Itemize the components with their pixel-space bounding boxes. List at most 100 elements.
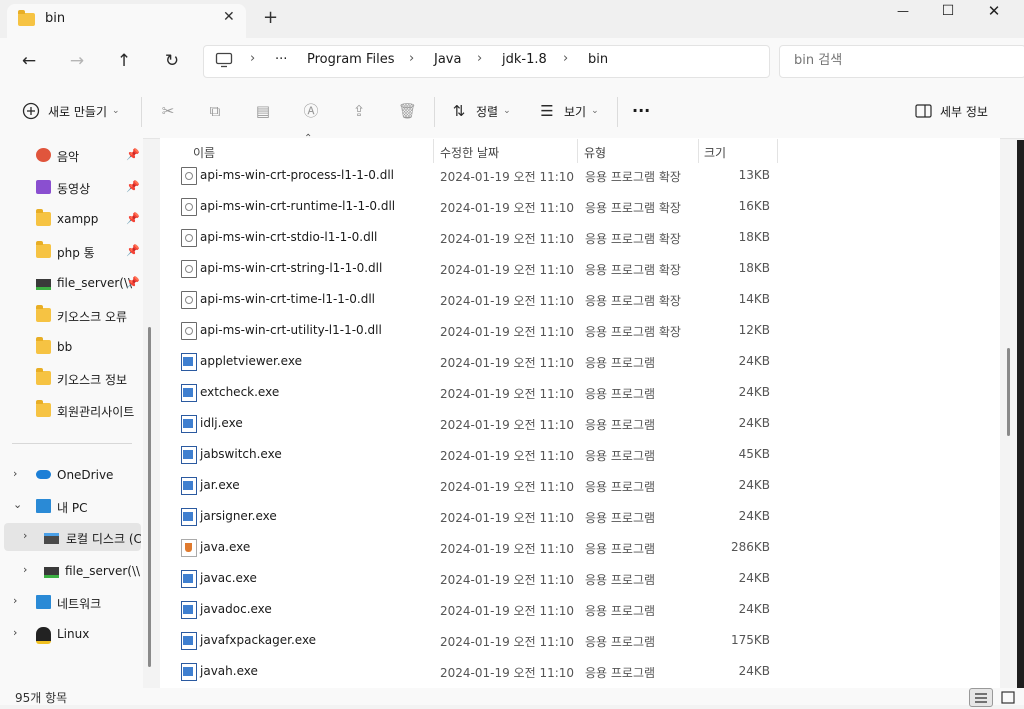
file-name: idlj.exe xyxy=(200,416,243,430)
more-options-button[interactable]: ··· xyxy=(632,101,650,120)
sidebar-item-member-site[interactable]: 회원관리사이트 xyxy=(0,396,143,424)
chevron-down-icon[interactable]: ⌄ xyxy=(13,498,22,511)
file-date: 2024-01-19 오전 11:10 xyxy=(440,294,575,308)
chevron-right-icon[interactable]: › xyxy=(13,626,17,639)
tiles-view-button[interactable] xyxy=(998,690,1018,705)
sidebar-item-bb[interactable]: bb xyxy=(0,333,143,361)
chevron-right-icon[interactable]: › xyxy=(13,594,17,607)
toolbar-divider xyxy=(434,97,435,127)
table-row[interactable]: jar.exe 2024-01-19 오전 11:10 응용 프로그램 24KB xyxy=(172,469,782,500)
sidebar-item-this-pc[interactable]: ⌄ 내 PC xyxy=(0,492,143,520)
table-row[interactable]: api-ms-win-crt-string-l1-1-0.dll 2024-01-… xyxy=(172,252,782,283)
sidebar-item-label: bb xyxy=(57,340,73,354)
share-button[interactable]: ⇪ xyxy=(350,101,368,121)
table-row[interactable]: javac.exe 2024-01-19 오전 11:10 응용 프로그램 24KB xyxy=(172,562,782,593)
folder-icon xyxy=(36,241,51,258)
file-size: 18KB xyxy=(738,261,770,275)
sidebar-item-onedrive[interactable]: › OneDrive xyxy=(0,461,143,489)
table-row[interactable]: api-ms-win-crt-time-l1-1-0.dll 2024-01-19… xyxy=(172,283,782,314)
pin-icon: 📌 xyxy=(126,276,140,289)
sort-button[interactable]: ⇅ 정렬 ⌄ xyxy=(450,101,511,121)
close-button[interactable]: ✕ xyxy=(971,0,1017,24)
file-size: 24KB xyxy=(738,416,770,430)
details-pane-icon xyxy=(915,104,932,118)
paste-button[interactable]: ▤ xyxy=(254,101,272,121)
refresh-button[interactable]: ↻ xyxy=(161,50,183,72)
sidebar-item-file-server-drive[interactable]: › file_server(\\ xyxy=(0,557,143,585)
sidebar-item-linux[interactable]: › Linux xyxy=(0,620,143,648)
sidebar-item-music[interactable]: 음악 📌 xyxy=(0,141,143,169)
table-row[interactable]: appletviewer.exe 2024-01-19 오전 11:10 응용 프로… xyxy=(172,345,782,376)
sidebar-item-xampp[interactable]: xampp 📌 xyxy=(0,205,143,233)
file-name: api-ms-win-crt-runtime-l1-1-0.dll xyxy=(200,199,396,213)
network-drive-icon xyxy=(36,279,51,290)
rename-button[interactable]: Ⓐ xyxy=(302,101,320,121)
exe-file-icon xyxy=(181,508,197,526)
back-button[interactable]: ← xyxy=(18,50,40,72)
cut-button[interactable]: ✂ xyxy=(159,101,177,121)
tab-bin[interactable]: bin ✕ xyxy=(7,4,246,38)
new-button-label: 새로 만들기 xyxy=(48,104,108,119)
table-row[interactable]: javah.exe 2024-01-19 오전 11:10 응용 프로그램 24KB xyxy=(172,655,782,686)
up-button[interactable]: ↑ xyxy=(113,50,135,72)
table-row[interactable]: java.exe 2024-01-19 오전 11:10 응용 프로그램 286KB xyxy=(172,531,782,562)
sidebar-item-file-server[interactable]: file_server(\\ 📌 xyxy=(0,269,143,297)
file-name: appletviewer.exe xyxy=(200,354,302,368)
details-pane-button[interactable]: 세부 정보 xyxy=(915,101,988,121)
sidebar-item-network[interactable]: › 네트워크 xyxy=(0,588,143,616)
exe-file-icon xyxy=(181,384,197,402)
content-scrollbar[interactable] xyxy=(1007,348,1010,436)
search-input[interactable] xyxy=(792,52,996,69)
new-tab-button[interactable]: + xyxy=(263,8,278,28)
table-row[interactable]: javafxpackager.exe 2024-01-19 오전 11:10 응용 … xyxy=(172,624,782,655)
table-row[interactable]: api-ms-win-crt-runtime-l1-1-0.dll 2024-01… xyxy=(172,190,782,221)
file-type: 응용 프로그램 xyxy=(585,666,656,680)
chevron-right-icon[interactable]: › xyxy=(13,467,17,480)
copy-button[interactable]: ⧉ xyxy=(206,101,224,121)
new-button[interactable]: 새로 만들기 ⌄ xyxy=(22,101,120,121)
table-row[interactable]: api-ms-win-crt-stdio-l1-1-0.dll 2024-01-1… xyxy=(172,221,782,252)
table-row[interactable]: idlj.exe 2024-01-19 오전 11:10 응용 프로그램 24KB xyxy=(172,407,782,438)
linux-icon xyxy=(36,627,51,644)
file-date: 2024-01-19 오전 11:10 xyxy=(440,232,575,246)
sidebar-item-label: 네트워크 xyxy=(57,597,102,611)
file-name: api-ms-win-crt-process-l1-1-0.dll xyxy=(200,168,394,182)
table-row[interactable]: extcheck.exe 2024-01-19 오전 11:10 응용 프로그램 24… xyxy=(172,376,782,407)
minimize-button[interactable]: — xyxy=(880,0,926,24)
breadcrumb-separator: › xyxy=(250,51,256,66)
tab-close-icon[interactable]: ✕ xyxy=(223,9,235,25)
sidebar-item-video[interactable]: 동영상 📌 xyxy=(0,173,143,201)
file-type: 응용 프로그램 확장 xyxy=(585,232,681,246)
delete-button[interactable]: 🗑 xyxy=(398,101,417,121)
view-button[interactable]: ☰ 보기 ⌄ xyxy=(538,101,598,121)
chevron-right-icon[interactable]: › xyxy=(23,563,27,576)
sidebar-item-label: 키오스크 정보 xyxy=(57,373,128,387)
file-type: 응용 프로그램 확장 xyxy=(585,325,681,339)
breadcrumb-jdk[interactable]: jdk-1.8 xyxy=(502,52,547,67)
sidebar-item-kiosk-info[interactable]: 키오스크 정보 xyxy=(0,364,143,392)
table-row[interactable]: jabswitch.exe 2024-01-19 오전 11:10 응용 프로그램 4… xyxy=(172,438,782,469)
forward-button[interactable]: → xyxy=(66,50,88,72)
breadcrumb-more[interactable]: ··· xyxy=(275,52,287,67)
address-bar[interactable] xyxy=(203,45,770,78)
sidebar-item-php[interactable]: php 통 📌 xyxy=(0,237,143,265)
details-view-button[interactable] xyxy=(969,688,993,707)
file-size: 24KB xyxy=(738,571,770,585)
sidebar-item-local-disk[interactable]: › 로컬 디스크 (C xyxy=(4,523,141,551)
table-row[interactable]: api-ms-win-crt-utility-l1-1-0.dll 2024-01… xyxy=(172,314,782,345)
maximize-button[interactable]: ☐ xyxy=(925,0,971,24)
table-row[interactable]: api-ms-win-crt-process-l1-1-0.dll 2024-01… xyxy=(172,159,782,190)
chevron-right-icon[interactable]: › xyxy=(23,529,27,542)
breadcrumb-bin[interactable]: bin xyxy=(588,52,608,67)
toolbar-divider xyxy=(141,97,142,127)
breadcrumb-java[interactable]: Java xyxy=(434,52,461,67)
sort-ascending-icon: ⌃ xyxy=(304,133,313,144)
table-row[interactable]: javadoc.exe 2024-01-19 오전 11:10 응용 프로그램 24K… xyxy=(172,593,782,624)
music-icon xyxy=(36,148,51,162)
table-row[interactable]: jarsigner.exe 2024-01-19 오전 11:10 응용 프로그램 2… xyxy=(172,500,782,531)
exe-file-icon xyxy=(181,663,197,681)
breadcrumb-program-files[interactable]: Program Files xyxy=(307,52,395,67)
sidebar-scrollbar[interactable] xyxy=(148,327,151,667)
sidebar-item-kiosk-error[interactable]: 키오스크 오류 xyxy=(0,301,143,329)
file-size: 13KB xyxy=(738,168,770,182)
